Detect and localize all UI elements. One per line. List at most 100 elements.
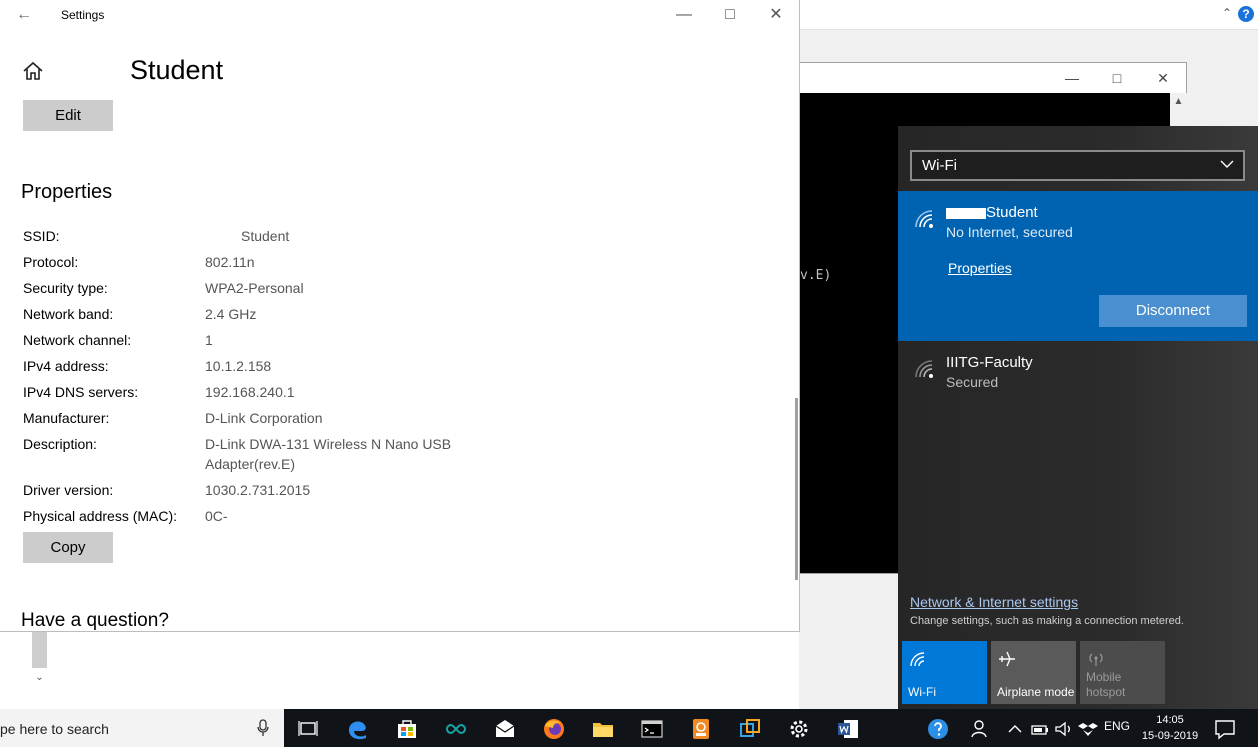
- word-icon[interactable]: [836, 717, 860, 741]
- property-value: Student: [205, 226, 485, 246]
- console-titlebar: — □ ✕: [800, 63, 1186, 93]
- help-icon[interactable]: ?: [1238, 6, 1254, 22]
- minimize-icon[interactable]: —: [1062, 69, 1082, 87]
- property-value: 192.168.240.1: [205, 384, 295, 400]
- scrollbar-thumb[interactable]: [32, 632, 47, 668]
- page-title: Student: [60, 55, 223, 86]
- hotspot-icon: [1089, 653, 1103, 666]
- properties-heading: Properties: [21, 181, 113, 203]
- settings-window: ← Settings — □ ✕ Student Edit Properties…: [0, 0, 800, 632]
- redacted-region: [946, 207, 986, 219]
- wifi-icon: [910, 652, 925, 667]
- help-icon[interactable]: [926, 717, 950, 741]
- chevron-up-icon[interactable]: ⌃: [1219, 6, 1235, 22]
- property-value: D-Link DWA-131 Wireless N Nano USB Adapt…: [205, 436, 452, 472]
- maximize-icon[interactable]: □: [719, 4, 741, 26]
- pdf-app-icon[interactable]: [689, 717, 713, 741]
- property-label: Manufacturer:: [23, 410, 110, 426]
- mail-icon[interactable]: [493, 717, 517, 741]
- language-indicator[interactable]: ENG: [1104, 719, 1130, 733]
- store-icon[interactable]: [395, 717, 419, 741]
- property-value: 10.1.2.158: [205, 358, 272, 374]
- question-heading: Have a question?: [21, 610, 169, 631]
- people-icon[interactable]: [969, 717, 993, 741]
- volume-icon[interactable]: [1054, 717, 1074, 741]
- property-label: Protocol:: [23, 254, 79, 270]
- network-item[interactable]: IIITG-Faculty Secured: [898, 341, 1258, 401]
- property-label: Description:: [23, 436, 97, 452]
- clock-time: 14:05: [1156, 714, 1184, 726]
- quick-action-wifi[interactable]: Wi-Fi: [902, 641, 987, 704]
- network-status: Secured: [946, 374, 999, 390]
- redacted-region: [60, 55, 130, 86]
- property-value: 0C-: [205, 506, 485, 526]
- chevron-up-icon[interactable]: ▲: [1170, 93, 1187, 110]
- property-label: IPv4 address:: [23, 358, 109, 374]
- background-window-titlebar: ⌃ ?: [799, 0, 1258, 30]
- property-value: D-Link Corporation: [205, 410, 323, 426]
- dropbox-icon[interactable]: [1078, 717, 1098, 741]
- quick-action-mobile-hotspot[interactable]: Mobile hotspot: [1080, 641, 1165, 704]
- chevron-up-icon[interactable]: [1006, 717, 1024, 741]
- search-placeholder: pe here to search: [0, 721, 109, 737]
- network-item-active[interactable]: Student No Internet, secured Properties …: [898, 191, 1258, 341]
- property-value: WPA2-Personal: [205, 280, 304, 296]
- settings-gear-icon[interactable]: [787, 717, 811, 741]
- property-value: 1030.2.731.2015: [205, 482, 311, 498]
- properties-link[interactable]: Properties: [948, 260, 1012, 276]
- disconnect-button[interactable]: Disconnect: [1099, 295, 1247, 327]
- network-type-dropdown[interactable]: Wi-Fi: [910, 150, 1245, 181]
- window-title: Settings: [61, 8, 105, 22]
- property-label: Physical address (MAC):: [23, 508, 178, 524]
- edit-button[interactable]: Edit: [23, 100, 113, 131]
- network-name: IIITG-Faculty: [946, 354, 1033, 371]
- property-label: Network band:: [23, 306, 114, 322]
- chevron-down-icon: [1220, 160, 1234, 168]
- minimize-icon[interactable]: —: [673, 4, 695, 26]
- taskbar: pe here to search ENG 14:05 15-09-2019: [0, 709, 1258, 747]
- notifications-icon[interactable]: [1213, 717, 1237, 741]
- property-label: Network channel:: [23, 332, 132, 348]
- arduino-icon[interactable]: [444, 717, 468, 741]
- tile-label: Airplane mode: [997, 685, 1075, 699]
- dropdown-value: Wi-Fi: [922, 157, 957, 174]
- copy-button[interactable]: Copy: [23, 532, 113, 563]
- wifi-flyout: Wi-Fi Student No Internet, secured Prope…: [898, 126, 1258, 709]
- close-icon[interactable]: ✕: [765, 4, 787, 26]
- home-icon[interactable]: [22, 60, 44, 82]
- clock-date: 15-09-2019: [1141, 730, 1199, 742]
- file-explorer-icon[interactable]: [591, 717, 615, 741]
- property-label: Security type:: [23, 280, 108, 296]
- edge-icon[interactable]: [346, 717, 370, 741]
- property-label: SSID:: [23, 228, 60, 244]
- taskbar-search-box[interactable]: pe here to search: [0, 709, 284, 747]
- redacted-region: [228, 506, 333, 526]
- network-settings-link[interactable]: Network & Internet settings: [910, 594, 1078, 610]
- property-label: Driver version:: [23, 482, 114, 498]
- chevron-down-icon[interactable]: ⌄: [32, 670, 47, 685]
- property-value: 2.4 GHz: [205, 306, 257, 322]
- property-value: 802.11n: [205, 254, 255, 270]
- back-arrow-icon[interactable]: ←: [14, 4, 34, 26]
- lower-scrollbar[interactable]: ⌄: [32, 632, 47, 688]
- close-icon[interactable]: ✕: [1153, 69, 1173, 87]
- redacted-region: [205, 226, 241, 246]
- property-value: 1: [205, 332, 213, 348]
- battery-icon[interactable]: [1030, 717, 1050, 741]
- settings-scrollbar[interactable]: [795, 398, 798, 580]
- command-prompt-icon[interactable]: [640, 717, 664, 741]
- tile-label: Wi-Fi: [908, 685, 936, 699]
- microphone-icon[interactable]: [256, 719, 270, 737]
- quick-action-airplane-mode[interactable]: Airplane mode: [991, 641, 1076, 704]
- wifi-icon: [915, 360, 933, 378]
- system-clock[interactable]: 14:05 15-09-2019: [1139, 712, 1201, 744]
- task-view-icon[interactable]: [296, 717, 320, 741]
- firefox-icon[interactable]: [542, 717, 566, 741]
- tile-label: Mobile hotspot: [1086, 670, 1126, 699]
- vmware-icon[interactable]: [738, 717, 762, 741]
- maximize-icon[interactable]: □: [1107, 69, 1127, 87]
- network-name: Student: [946, 204, 1038, 221]
- console-text: v.E): [800, 268, 832, 283]
- network-status: No Internet, secured: [946, 224, 1073, 240]
- property-label: IPv4 DNS servers:: [23, 384, 139, 400]
